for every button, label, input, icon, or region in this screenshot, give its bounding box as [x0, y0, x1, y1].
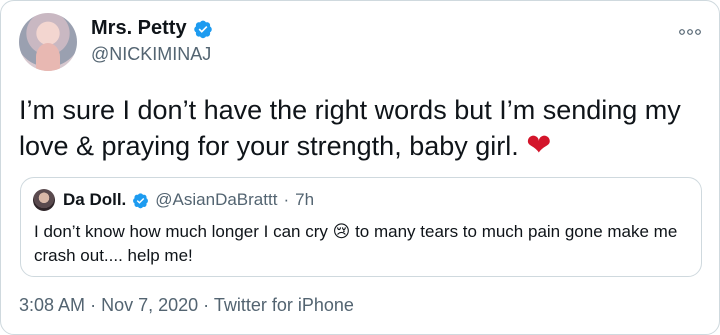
quoted-display-name: Da Doll. — [63, 190, 127, 209]
tweet-source[interactable]: Twitter for iPhone — [214, 295, 354, 315]
crying-face-emoji-icon: 😢 — [332, 222, 351, 241]
author-avatar[interactable] — [19, 13, 77, 71]
footer-separator-2: · — [203, 295, 210, 315]
quoted-text-before: I don’t know how much longer I can cry — [34, 222, 328, 241]
author-display-name[interactable]: Mrs. Petty — [91, 17, 187, 40]
quoted-author-avatar — [33, 189, 55, 211]
author-handle[interactable]: @NICKIMINAJ — [91, 44, 211, 65]
tweet-text-content: I’m sure I don’t have the right words bu… — [19, 95, 681, 161]
quoted-time: 7h — [295, 190, 315, 209]
quoted-header: Da Doll. @AsianDaBrattt · 7h — [63, 190, 314, 210]
tweet-date[interactable]: Nov 7, 2020 — [101, 295, 198, 315]
tweet-card: Mrs. Petty @NICKIMINAJ I’m sure I don’t … — [0, 0, 720, 335]
tweet-text: I’m sure I don’t have the right words bu… — [19, 93, 699, 164]
tweet-time[interactable]: 3:08 AM — [19, 295, 85, 315]
quoted-text: I don’t know how much longer I can cry 😢… — [34, 220, 694, 268]
quoted-verified-badge-icon — [133, 192, 149, 208]
verified-badge-icon — [193, 20, 212, 38]
tweet-footer: 3:08 AM · Nov 7, 2020 · Twitter for iPho… — [19, 295, 354, 316]
author-name-row: Mrs. Petty — [91, 17, 213, 40]
heart-emoji-icon: ❤ — [526, 129, 552, 162]
more-options-icon[interactable] — [679, 23, 701, 39]
quoted-tweet[interactable]: Da Doll. @AsianDaBrattt · 7h I don’t kno… — [20, 177, 702, 277]
quoted-handle: @AsianDaBrattt — [155, 190, 278, 209]
footer-separator-1: · — [90, 295, 97, 315]
quoted-separator: · — [283, 190, 290, 209]
